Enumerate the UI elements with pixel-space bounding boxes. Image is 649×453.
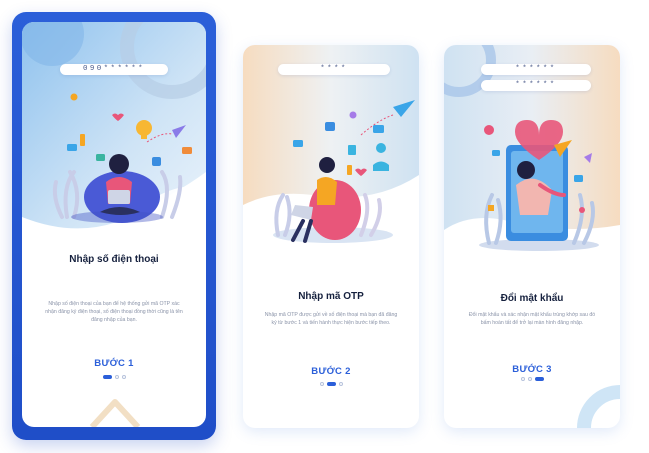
page-dot-3[interactable] [534, 377, 544, 381]
otp-code-field[interactable]: **** [278, 64, 390, 75]
page-dot-1[interactable] [520, 377, 525, 381]
onboarding-card-step-2: **** Nhập mã OTP Nhập mã OTP được gửi về… [243, 45, 419, 428]
step-label: BƯỚC 3 [512, 364, 552, 375]
step-description: Đổi mật khẩu và xác nhận mật khẩu trùng … [468, 312, 596, 327]
new-password-field[interactable]: ****** [481, 64, 591, 75]
step-description: Nhập số điện thoại của bạn để hệ thống g… [45, 301, 183, 324]
page-dot-2[interactable] [326, 382, 336, 386]
onboarding-card-step-3: ****** ****** Đổi mật khẩu Đổi mật khẩu … [444, 45, 620, 428]
page-dot-2[interactable] [114, 375, 119, 379]
decorative-arc [577, 385, 620, 428]
page-dot-3[interactable] [338, 382, 343, 386]
confirm-password-field[interactable]: ****** [481, 80, 591, 91]
step-title: Nhập số điện thoại [69, 254, 159, 265]
phone-number-field[interactable]: 090****** [60, 64, 168, 75]
pagination-dots [22, 374, 206, 380]
pagination-dots [243, 381, 419, 387]
page-dot-2[interactable] [527, 377, 532, 381]
page-dot-3[interactable] [121, 375, 126, 379]
decorative-triangle [89, 399, 141, 427]
page-dot-1[interactable] [319, 382, 324, 386]
step-title: Nhập mã OTP [298, 291, 364, 302]
step-label: BƯỚC 2 [311, 366, 351, 377]
step-title: Đổi mật khẩu [500, 293, 564, 304]
hero-illustration-phone [22, 22, 206, 229]
step-label: BƯỚC 1 [94, 358, 134, 369]
onboarding-card-step-1: 090****** Nhập số điện thoại Nhập số điệ… [22, 22, 206, 427]
hero-illustration-password [444, 45, 620, 251]
step-description: Nhập mã OTP được gửi về số điện thoại mà… [264, 312, 398, 327]
hero-illustration-otp [243, 45, 419, 243]
page-dot-1[interactable] [102, 375, 112, 379]
